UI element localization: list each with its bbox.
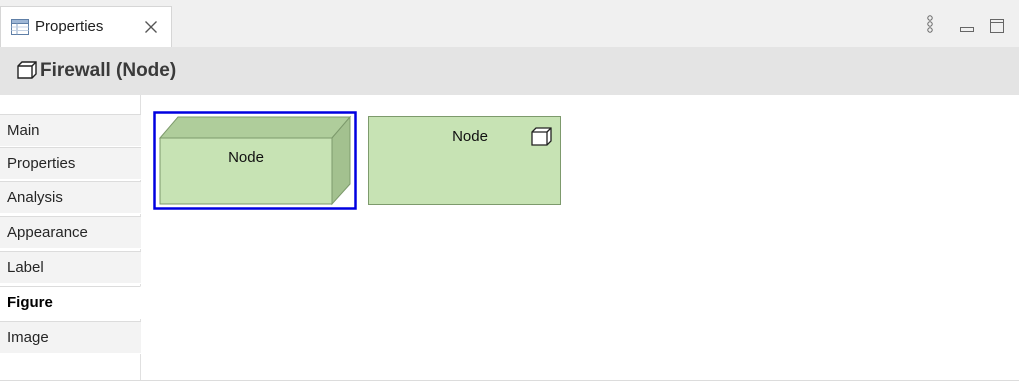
table-icon — [11, 19, 29, 39]
sidebar-item-image[interactable]: Image — [0, 321, 141, 354]
maximize-icon[interactable] — [990, 19, 1004, 37]
sidebar-item-figure[interactable]: Figure — [0, 286, 141, 319]
sidebar-item-main[interactable]: Main — [0, 114, 141, 147]
sidebar-item-properties[interactable]: Properties — [0, 147, 141, 180]
sidebar-item-analysis[interactable]: Analysis — [0, 181, 141, 214]
tab-properties[interactable]: Properties — [0, 6, 172, 47]
figure-label: Node — [228, 149, 264, 166]
sidebar-item-label[interactable]: Label — [0, 251, 141, 284]
view-tab-bar: Properties — [0, 0, 1019, 47]
view-menu-icon[interactable] — [926, 15, 934, 37]
page-title: Firewall (Node) — [40, 60, 177, 81]
minimize-icon[interactable] — [960, 20, 974, 37]
cube-icon — [17, 61, 37, 83]
figure-label: Node — [452, 128, 488, 145]
properties-header: Firewall (Node) — [0, 47, 1019, 95]
tab-label: Properties — [35, 18, 104, 35]
sidebar-item-appearance[interactable]: Appearance — [0, 216, 141, 249]
section-tab-list: Main Properties Analysis Appearance Labe… — [0, 95, 141, 381]
figure-option-3d-box[interactable]: Node — [153, 111, 357, 210]
cube-icon — [531, 127, 552, 146]
close-icon[interactable] — [144, 20, 158, 38]
figure-option-rectangle[interactable]: Node — [368, 116, 563, 206]
